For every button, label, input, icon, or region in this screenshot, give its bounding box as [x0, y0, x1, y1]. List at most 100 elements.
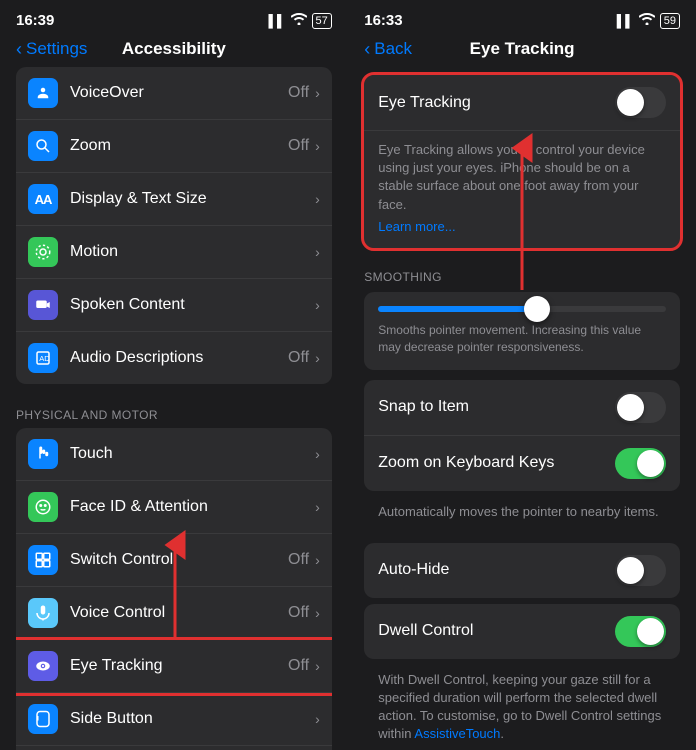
display-icon: AA [28, 184, 58, 214]
learn-more-link[interactable]: Learn more... [378, 218, 666, 236]
face-id-label: Face ID & Attention [70, 498, 315, 516]
voiceover-chevron: › [315, 85, 320, 101]
wifi-icon [291, 13, 307, 28]
status-time-right: 16:33 [364, 12, 402, 29]
page-title-left: Accessibility [122, 39, 226, 59]
physical-motor-group: Touch › Face ID & Attention › Switch Con… [16, 428, 332, 750]
back-chevron-icon: ‹ [16, 39, 22, 60]
eye-tracking-item[interactable]: Eye Tracking Off › [16, 640, 332, 693]
motion-item[interactable]: Motion › [16, 226, 332, 279]
motion-chevron: › [315, 244, 320, 260]
right-panel: 16:33 ▌▌ 59 ‹ Back Eye Tracking Eye Trac… [348, 0, 696, 750]
touch-item[interactable]: Touch › [16, 428, 332, 481]
zoom-keyboard-label: Zoom on Keyboard Keys [378, 454, 615, 472]
slider-container: Smooths pointer movement. Increasing thi… [364, 292, 680, 370]
audio-desc-chevron: › [315, 350, 320, 366]
side-button-icon [28, 704, 58, 734]
voice-control-item[interactable]: Voice Control Off › [16, 587, 332, 640]
auto-hide-group: Auto-Hide [364, 543, 680, 598]
back-label-left: Settings [26, 39, 87, 59]
face-id-item[interactable]: Face ID & Attention › [16, 481, 332, 534]
back-button-right[interactable]: ‹ Back [364, 39, 412, 60]
snap-to-item-label: Snap to Item [378, 398, 615, 416]
touch-label: Touch [70, 445, 315, 463]
eye-tracking-chevron: › [315, 658, 320, 674]
eye-tracking-value: Off [288, 657, 309, 675]
slider-track[interactable] [378, 306, 666, 312]
side-button-item[interactable]: Side Button › [16, 693, 332, 746]
nav-bar-right: ‹ Back Eye Tracking [348, 35, 696, 67]
zoom-icon [28, 131, 58, 161]
eye-tracking-desc: Eye Tracking allows you to control your … [364, 131, 680, 248]
voice-control-value: Off [288, 604, 309, 622]
eye-tracking-toggle[interactable] [615, 87, 666, 118]
side-button-label: Side Button [70, 710, 315, 728]
toggle-thumb [617, 89, 644, 116]
zoom-chevron: › [315, 138, 320, 154]
voiceover-value: Off [288, 84, 309, 102]
switch-control-chevron: › [315, 552, 320, 568]
snap-to-item-row[interactable]: Snap to Item [364, 380, 680, 436]
voiceover-label: VoiceOver [70, 84, 288, 102]
slider-fill [378, 306, 536, 312]
audio-desc-value: Off [288, 349, 309, 367]
switch-control-item[interactable]: Switch Control Off › [16, 534, 332, 587]
slider-thumb[interactable] [524, 296, 550, 322]
battery-icon: 57 [312, 13, 332, 29]
zoom-keyboard-row[interactable]: Zoom on Keyboard Keys [364, 436, 680, 491]
battery-icon-right: 59 [660, 13, 680, 29]
switch-control-value: Off [288, 551, 309, 569]
dwell-control-label: Dwell Control [378, 622, 615, 640]
auto-hide-thumb [617, 557, 644, 584]
voice-control-chevron: › [315, 605, 320, 621]
auto-hide-label: Auto-Hide [378, 561, 615, 579]
zoom-keyboard-toggle[interactable] [615, 448, 666, 479]
page-title-right: Eye Tracking [470, 39, 575, 59]
smoothing-header: SMOOTHING [364, 256, 680, 292]
back-chevron-right: ‹ [364, 39, 370, 60]
eye-tracking-toggle-row[interactable]: Eye Tracking [364, 75, 680, 131]
display-text-item[interactable]: AA Display & Text Size › [16, 173, 332, 226]
spoken-label: Spoken Content [70, 296, 315, 314]
spoken-content-item[interactable]: Spoken Content › [16, 279, 332, 332]
auto-hide-row[interactable]: Auto-Hide [364, 543, 680, 598]
motion-icon [28, 237, 58, 267]
audio-desc-icon: AD [28, 343, 58, 373]
snap-toggle-thumb [617, 394, 644, 421]
touch-chevron: › [315, 446, 320, 462]
wifi-icon-right [639, 13, 655, 28]
eye-tracking-icon [28, 651, 58, 681]
dwell-desc: With Dwell Control, keeping your gaze st… [364, 663, 680, 750]
touch-icon [28, 439, 58, 469]
signal-icon: ▌▌ [268, 14, 285, 28]
right-content: Eye Tracking Eye Tracking allows you to … [348, 67, 696, 750]
eye-tracking-label-left: Eye Tracking [70, 657, 288, 675]
nav-bar-left: ‹ Settings Accessibility [0, 35, 348, 67]
zoom-toggle-thumb [637, 450, 664, 477]
zoom-value: Off [288, 137, 309, 155]
side-button-chevron: › [315, 711, 320, 727]
status-bar-left: 16:39 ▌▌ 57 [0, 0, 348, 35]
back-button-left[interactable]: ‹ Settings [16, 39, 87, 60]
apple-watch-item[interactable]: Apple Watch Mirroring › [16, 746, 332, 750]
switch-control-label: Switch Control [70, 551, 288, 569]
voiceover-item[interactable]: VoiceOver Off › [16, 67, 332, 120]
audio-desc-item[interactable]: AD Audio Descriptions Off › [16, 332, 332, 384]
eye-tracking-main-label: Eye Tracking [378, 94, 615, 112]
back-label-right: Back [374, 39, 412, 59]
assistive-touch-link[interactable]: AssistiveTouch [414, 726, 500, 741]
spoken-icon [28, 290, 58, 320]
auto-hide-toggle[interactable] [615, 555, 666, 586]
snap-to-item-toggle[interactable] [615, 392, 666, 423]
dwell-toggle-thumb [637, 618, 664, 645]
zoom-desc: Automatically moves the pointer to nearb… [364, 495, 680, 533]
dwell-control-row[interactable]: Dwell Control [364, 604, 680, 659]
voice-control-icon [28, 598, 58, 628]
voiceover-icon [28, 78, 58, 108]
dwell-control-toggle[interactable] [615, 616, 666, 647]
status-icons-right: ▌▌ 59 [617, 13, 680, 29]
zoom-item[interactable]: Zoom Off › [16, 120, 332, 173]
zoom-label: Zoom [70, 137, 288, 155]
dwell-group: Dwell Control [364, 604, 680, 659]
display-label: Display & Text Size [70, 190, 315, 208]
